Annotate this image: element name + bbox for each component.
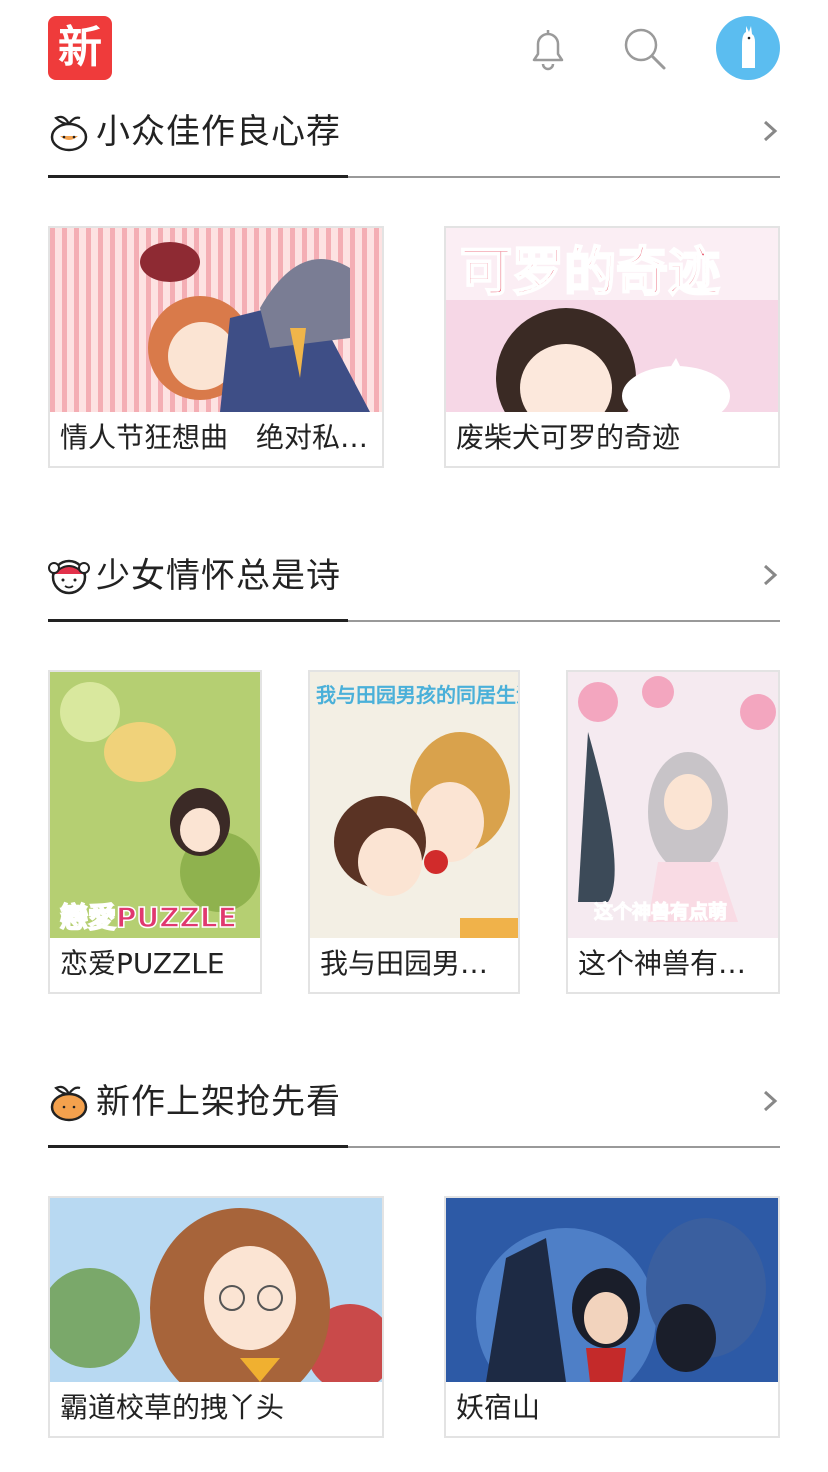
comic-title: 情人节狂想曲 绝对私… — [60, 421, 369, 454]
section-new-releases: 新作上架抢先看 — [48, 1066, 780, 1150]
section-divider-accent — [48, 619, 348, 622]
comic-card[interactable]: 霸道校草的拽丫头 — [48, 1196, 384, 1438]
search-icon[interactable] — [620, 24, 668, 72]
comic-cover — [50, 1198, 382, 1382]
girl-face-icon — [48, 559, 90, 595]
comic-card[interactable]: 戀愛PUZZLE 恋爱PUZZLE — [48, 670, 262, 994]
chevron-right-icon[interactable] — [760, 560, 780, 590]
bell-icon[interactable] — [524, 24, 572, 72]
comic-card[interactable]: 这个神兽有点萌 这个神兽有… — [566, 670, 780, 994]
section-header[interactable]: 少女情怀总是诗 — [48, 540, 780, 624]
comic-cover: 我与田园男孩的同居生活 — [310, 672, 518, 938]
comic-cover: 这个神兽有点萌 — [568, 672, 778, 938]
orange-fruit-icon — [50, 1085, 88, 1122]
alpaca-avatar-icon — [742, 26, 755, 68]
comic-cover — [50, 228, 382, 412]
cover-title-text: 我与田园男孩的同居生活 — [316, 683, 518, 707]
top-bar: 新 — [0, 0, 828, 96]
section-header[interactable]: 小众佳作良心荐 — [48, 96, 780, 180]
section-divider-accent — [48, 175, 348, 178]
comic-card[interactable]: 妖宿山 — [444, 1196, 780, 1438]
user-avatar[interactable] — [716, 16, 780, 80]
comic-cover: 可罗的奇迹 — [446, 228, 778, 412]
comic-cover: 戀愛PUZZLE — [50, 672, 260, 938]
section-title: 新作上架抢先看 — [96, 1082, 341, 1122]
orange-fruit-icon — [50, 115, 88, 152]
section-header[interactable]: 新作上架抢先看 — [48, 1066, 780, 1150]
cover-title-text: 戀愛PUZZLE — [60, 901, 237, 934]
section-divider-accent — [48, 1145, 348, 1148]
comic-title: 我与田园男… — [320, 947, 489, 980]
chevron-right-icon[interactable] — [760, 116, 780, 146]
comic-title: 废柴犬可罗的奇迹 — [456, 421, 681, 454]
comic-title: 这个神兽有… — [578, 947, 747, 980]
cover-title-text: 可罗的奇迹 — [460, 243, 720, 303]
comic-title: 妖宿山 — [456, 1391, 541, 1424]
comic-title: 霸道校草的拽丫头 — [60, 1391, 285, 1424]
comic-card[interactable]: 我与田园男孩的同居生活 我与田园男… — [308, 670, 520, 994]
section-title: 少女情怀总是诗 — [96, 556, 341, 596]
section-recommended: 小众佳作良心荐 — [48, 96, 780, 180]
section-shoujo: 少女情怀总是诗 — [48, 540, 780, 624]
comic-card[interactable]: 情人节狂想曲 绝对私… — [48, 226, 384, 468]
comic-card[interactable]: 可罗的奇迹 废柴犬可罗的奇迹 — [444, 226, 780, 468]
app-logo[interactable]: 新 — [48, 16, 112, 80]
section-title: 小众佳作良心荐 — [96, 112, 341, 152]
comic-title: 恋爱PUZZLE — [60, 947, 225, 980]
cover-title-text: 这个神兽有点萌 — [594, 900, 727, 923]
comic-cover — [446, 1198, 778, 1382]
chevron-right-icon[interactable] — [760, 1086, 780, 1116]
